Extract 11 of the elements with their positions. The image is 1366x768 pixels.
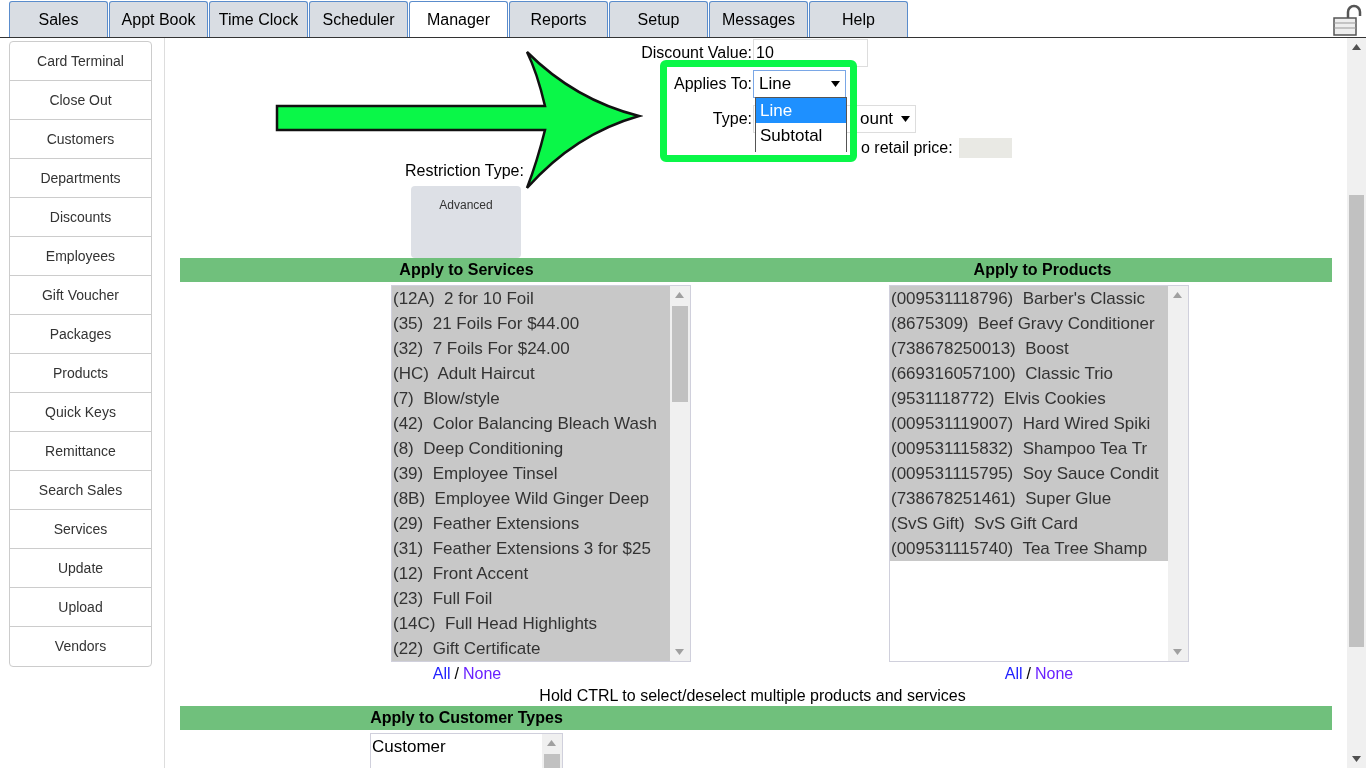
field-label: Restriction Type: <box>405 162 524 179</box>
field-label: Type: <box>712 110 752 127</box>
section-heading: Apply to Customer Types <box>370 709 563 726</box>
section-heading: Apply to Products <box>973 261 1112 278</box>
section-heading: Apply to Services <box>399 261 534 278</box>
separator-text: / <box>454 664 459 684</box>
field-label: Discount Value: <box>641 44 752 61</box>
hint-text: Hold CTRL to select/deselect multiple products and services <box>539 687 966 704</box>
field-label: Applies To: <box>674 75 752 92</box>
separator-text: / <box>1026 664 1031 684</box>
field-label: o retail price: <box>861 138 953 158</box>
